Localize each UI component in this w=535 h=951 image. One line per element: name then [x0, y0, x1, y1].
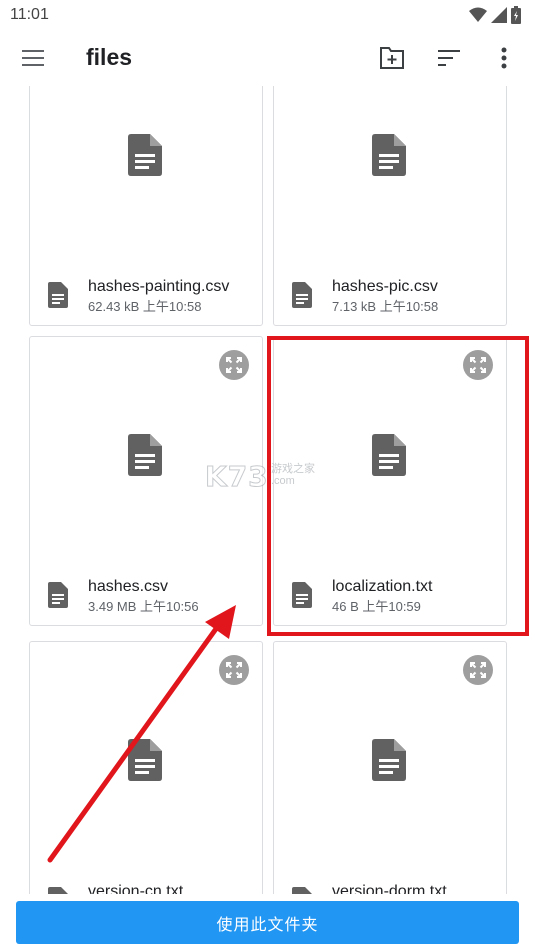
- document-icon: [372, 134, 406, 176]
- new-folder-button[interactable]: [374, 40, 410, 76]
- highlight-box: [267, 336, 529, 636]
- file-meta: hashes-painting.csv 62.43 kB 上午10:58: [48, 277, 229, 316]
- file-type-icon: [48, 887, 68, 894]
- battery-icon: [511, 6, 521, 24]
- bottom-bar: 使用此文件夹: [0, 894, 535, 951]
- file-info: 3.49 MB 上午10:56: [88, 599, 199, 614]
- file-info: 7.13 kB 上午10:58: [332, 299, 439, 314]
- cell-signal-icon: [491, 7, 507, 23]
- file-name: version-cn.txt: [88, 883, 184, 894]
- file-name: hashes-pic.csv: [332, 278, 438, 295]
- menu-button[interactable]: [14, 42, 52, 74]
- hamburger-menu-icon: [22, 50, 44, 66]
- status-bar: 11:01: [0, 0, 535, 30]
- expand-preview-icon[interactable]: [219, 350, 249, 380]
- more-vert-icon: [501, 47, 507, 69]
- file-meta: version-dorm.txt: [292, 882, 447, 894]
- sort-icon: [438, 50, 460, 66]
- document-icon: [128, 434, 162, 476]
- file-meta: hashes-pic.csv 7.13 kB 上午10:58: [292, 277, 438, 316]
- file-type-icon: [292, 282, 312, 308]
- file-card[interactable]: hashes-painting.csv 62.43 kB 上午10:58: [29, 86, 263, 326]
- wifi-icon: [469, 7, 487, 22]
- status-time: 11:01: [10, 6, 49, 23]
- document-icon: [372, 739, 406, 781]
- file-card[interactable]: version-cn.txt: [29, 641, 263, 894]
- expand-preview-icon[interactable]: [463, 655, 493, 685]
- file-card[interactable]: version-dorm.txt: [273, 641, 507, 894]
- document-icon: [128, 739, 162, 781]
- status-icons: [469, 6, 521, 24]
- file-meta: hashes.csv 3.49 MB 上午10:56: [48, 577, 199, 616]
- watermark-brand: K73: [205, 460, 269, 494]
- expand-preview-icon[interactable]: [219, 655, 249, 685]
- new-folder-icon: [380, 47, 404, 69]
- file-type-icon: [292, 887, 312, 894]
- file-card[interactable]: hashes-pic.csv 7.13 kB 上午10:58: [273, 86, 507, 326]
- more-options-button[interactable]: [486, 40, 522, 76]
- file-type-icon: [48, 582, 68, 608]
- app-bar: files: [0, 30, 535, 86]
- file-name: hashes.csv: [88, 578, 169, 595]
- sort-button[interactable]: [431, 40, 467, 76]
- file-meta: version-cn.txt: [48, 882, 183, 894]
- file-name: hashes-painting.csv: [88, 278, 230, 295]
- use-this-folder-button[interactable]: 使用此文件夹: [16, 901, 519, 944]
- file-info: 62.43 kB 上午10:58: [88, 299, 202, 314]
- file-type-icon: [48, 282, 68, 308]
- file-name: version-dorm.txt: [332, 883, 447, 894]
- document-icon: [128, 134, 162, 176]
- page-title: files: [86, 44, 133, 70]
